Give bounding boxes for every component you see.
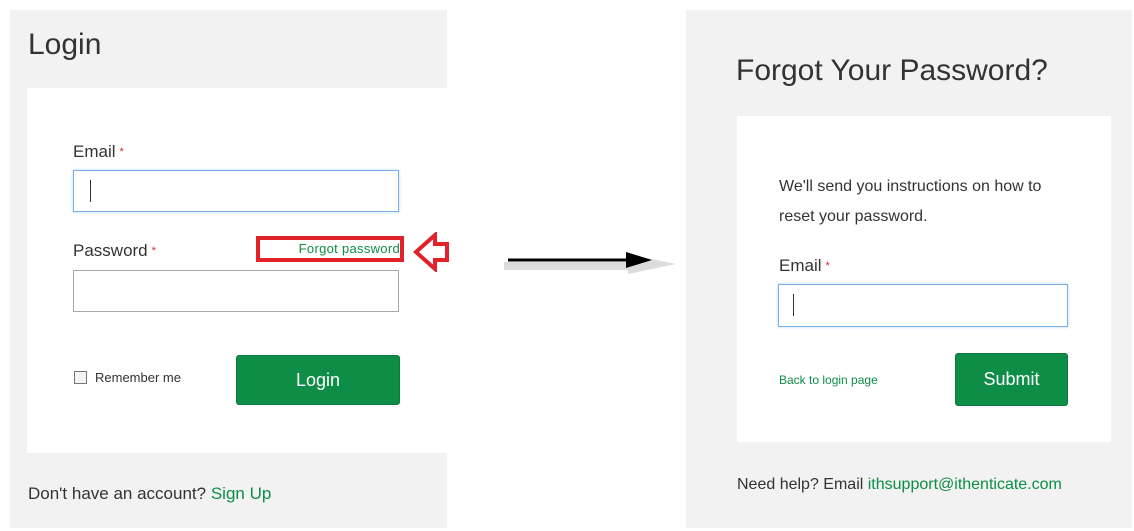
signup-prompt: Don't have an account? [28, 484, 207, 503]
login-button[interactable]: Login [236, 355, 400, 405]
login-card: Email * Password * Forgot password Remembe… [27, 88, 447, 453]
text-cursor [793, 294, 794, 316]
signup-link[interactable]: Sign Up [211, 484, 271, 503]
email-input[interactable] [73, 170, 399, 212]
forgot-password-link[interactable]: Forgot password [260, 241, 400, 256]
signup-footer: Don't have an account? Sign Up [28, 484, 271, 504]
transition-arrow-icon [504, 252, 676, 274]
email-label: Email [73, 142, 116, 161]
required-marker: * [119, 146, 124, 158]
instructions-text: We'll send you instructions on how to re… [779, 178, 1042, 225]
help-footer: Need help? Email ithsupport@ithenticate.… [737, 476, 1062, 494]
text-cursor [90, 180, 91, 202]
password-label-row: Password * [73, 241, 156, 261]
email-input[interactable] [778, 284, 1068, 327]
login-panel: Login Email * Password * Forgot password R… [10, 10, 447, 528]
help-text: Need help? Email [737, 476, 864, 493]
forgot-password-panel: Forgot Your Password? We'll send you ins… [686, 10, 1132, 528]
email-label: Email [779, 256, 822, 275]
email-label-row: Email * [779, 256, 830, 276]
highlight-arrow-icon [413, 232, 449, 272]
required-marker: * [151, 245, 156, 257]
password-label: Password [73, 241, 148, 260]
submit-button[interactable]: Submit [955, 353, 1068, 406]
login-title: Login [28, 28, 102, 61]
remember-me-checkbox[interactable] [74, 371, 87, 384]
forgot-title: Forgot Your Password? [736, 54, 1048, 87]
required-marker: * [825, 260, 830, 272]
email-label-row: Email * [73, 142, 124, 162]
support-email-link[interactable]: ithsupport@ithenticate.com [868, 476, 1062, 493]
remember-me-label: Remember me [95, 370, 181, 385]
back-to-login-link[interactable]: Back to login page [779, 373, 878, 387]
forgot-card: We'll send you instructions on how to re… [737, 116, 1111, 442]
password-input[interactable] [73, 270, 399, 312]
